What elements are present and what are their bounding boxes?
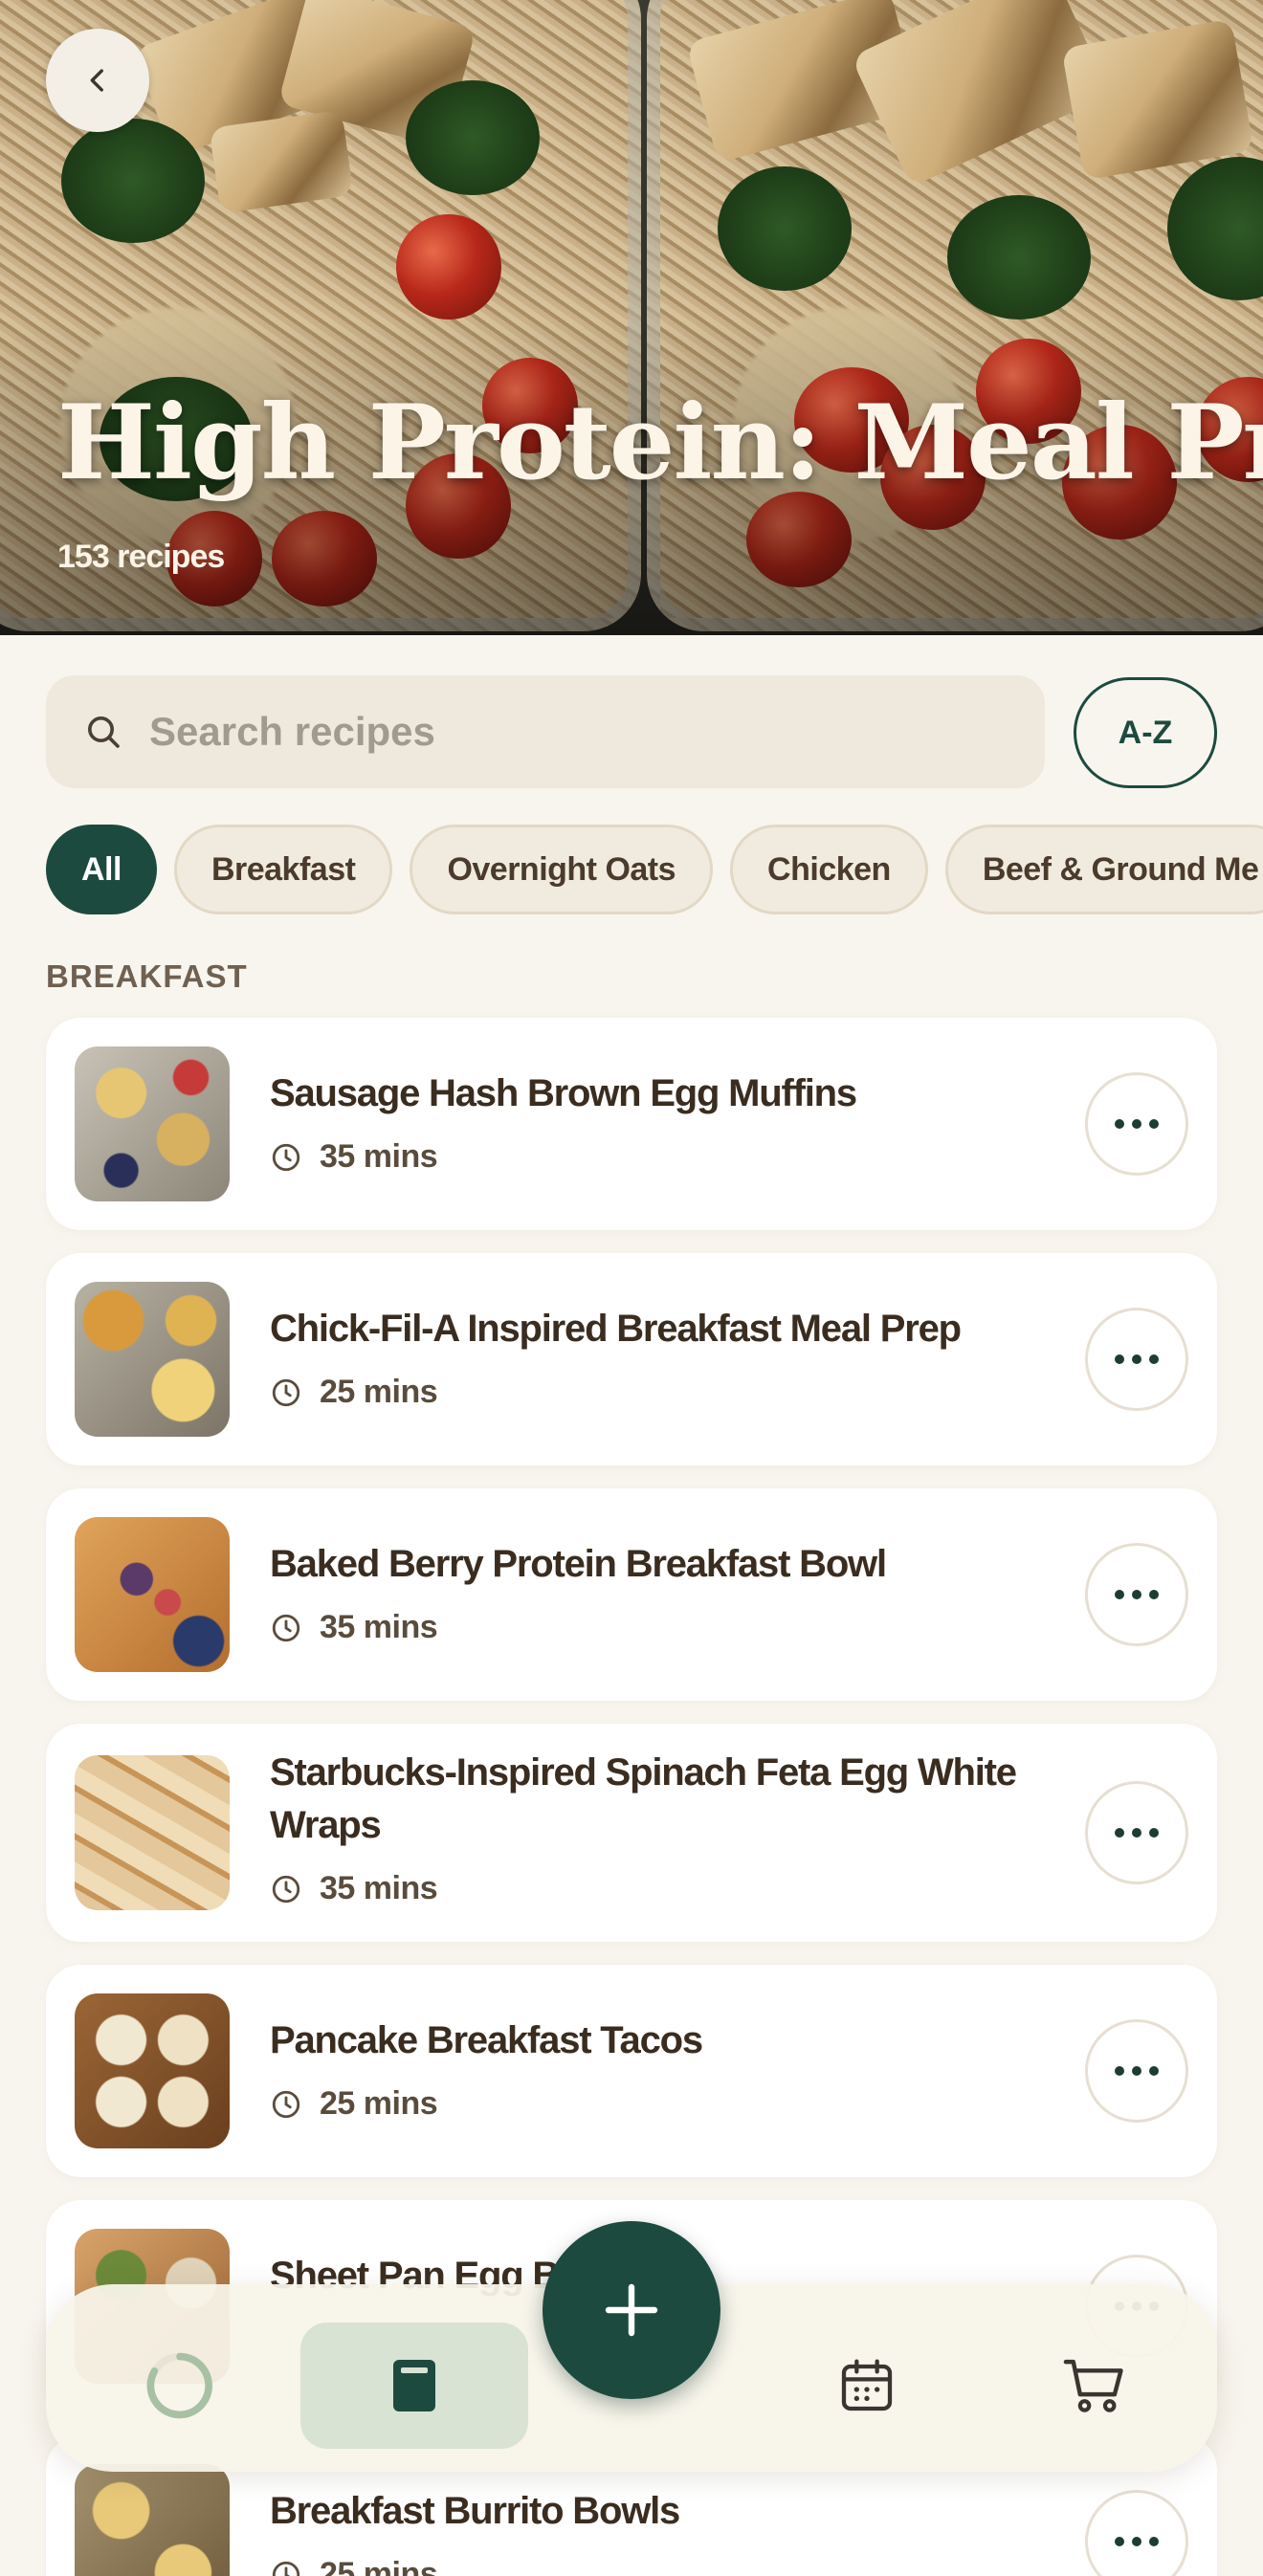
add-button[interactable]: [543, 2221, 720, 2399]
more-options-button[interactable]: [1085, 1308, 1188, 1411]
recipe-time-label: 25 mins: [320, 1374, 438, 1410]
recipe-thumbnail: [75, 1282, 230, 1437]
recipe-card[interactable]: Baked Berry Protein Breakfast Bowl 35 mi…: [46, 1488, 1217, 1701]
search-icon: [88, 716, 120, 748]
recipe-time: 25 mins: [270, 2085, 438, 2123]
clock-icon: [272, 2561, 300, 2576]
more-options-button[interactable]: [1085, 2490, 1188, 2576]
section-heading: BREAKFAST: [46, 958, 248, 994]
recipe-card[interactable]: Starbucks-Inspired Spinach Feta Egg Whit…: [46, 1724, 1217, 1942]
recipe-thumbnail: [75, 1993, 230, 2148]
clock-icon: [272, 1378, 300, 1406]
filter-chip-all[interactable]: All: [46, 825, 157, 914]
clock-icon: [272, 1614, 300, 1641]
recipe-book-icon: [393, 2360, 435, 2411]
recipe-title: Baked Berry Protein Breakfast Bowl: [270, 1543, 887, 1585]
recipe-card[interactable]: Chick-Fil-A Inspired Breakfast Meal Prep…: [46, 1253, 1217, 1465]
recipe-card[interactable]: Sausage Hash Brown Egg Muffins 35 mins: [46, 1018, 1217, 1230]
cart-icon: [1063, 2359, 1123, 2412]
recipe-title: Starbucks-Inspired Spinach Feta Egg Whit…: [270, 1751, 1017, 1846]
more-options-button[interactable]: [1085, 1781, 1188, 1884]
nav-item-loading[interactable]: [103, 2323, 256, 2449]
more-options-button[interactable]: [1085, 1072, 1188, 1176]
recipe-count: 153 recipes: [57, 539, 225, 575]
add-icon: [605, 2283, 658, 2337]
chevron-left-icon: [90, 69, 103, 92]
recipe-thumbnail: [75, 1046, 230, 1201]
recipe-card[interactable]: Pancake Breakfast Tacos 25 mins: [46, 1965, 1217, 2177]
recipe-title: Pancake Breakfast Tacos: [270, 2019, 703, 2061]
recipe-title: Breakfast Burrito Bowls: [270, 2490, 680, 2532]
more-options-button[interactable]: [1085, 1543, 1188, 1646]
recipe-thumbnail: [75, 1755, 230, 1910]
filter-chip-overnight-oats[interactable]: Overnight Oats: [410, 825, 714, 914]
recipe-time: 35 mins: [270, 1870, 438, 1907]
clock-icon: [272, 1875, 300, 1903]
filter-chip-chicken[interactable]: Chicken: [730, 825, 928, 914]
calendar-icon: [841, 2359, 893, 2411]
recipe-time-label: 25 mins: [320, 2085, 438, 2122]
more-icon: [1115, 1828, 1159, 1838]
back-button[interactable]: [46, 29, 149, 132]
hero-banner: High Protein: Meal Prep 153 recipes: [0, 0, 1263, 635]
recipe-thumbnail: [75, 1517, 230, 1672]
search-input[interactable]: [149, 709, 1010, 755]
recipe-title: Chick-Fil-A Inspired Breakfast Meal Prep: [270, 1308, 962, 1350]
recipe-time-label: 35 mins: [320, 1870, 438, 1906]
recipe-time: 25 mins: [270, 2556, 438, 2576]
recipe-time: 35 mins: [270, 1609, 438, 1646]
sort-az-button[interactable]: A-Z: [1074, 677, 1217, 788]
more-icon: [1115, 1354, 1159, 1364]
more-options-button[interactable]: [1085, 2019, 1188, 2123]
filter-chip-breakfast[interactable]: Breakfast: [173, 825, 393, 914]
filter-chips: All Breakfast Overnight Oats Chicken Bee…: [46, 825, 1263, 916]
nav-item-cart[interactable]: [1018, 2323, 1171, 2449]
clock-icon: [272, 2090, 300, 2118]
page-title: High Protein: Meal Prep: [57, 383, 1263, 503]
loading-spinner-icon: [146, 2352, 213, 2419]
filter-chip-beef-ground-meat[interactable]: Beef & Ground Me: [944, 825, 1263, 914]
more-icon: [1115, 2066, 1159, 2076]
search-bar[interactable]: [46, 675, 1045, 788]
more-icon: [1115, 1590, 1159, 1599]
recipe-time: 35 mins: [270, 1138, 438, 1176]
recipe-title: Sausage Hash Brown Egg Muffins: [270, 1072, 857, 1114]
more-icon: [1115, 2537, 1159, 2546]
recipe-time-label: 35 mins: [320, 1609, 438, 1645]
nav-item-calendar[interactable]: [790, 2323, 943, 2449]
recipe-time-label: 25 mins: [320, 2556, 438, 2576]
recipe-time: 25 mins: [270, 1374, 438, 1411]
recipe-thumbnail: [75, 2464, 230, 2576]
clock-icon: [272, 1143, 300, 1171]
nav-item-recipes[interactable]: [300, 2323, 528, 2449]
more-icon: [1115, 1119, 1159, 1129]
recipe-time-label: 35 mins: [320, 1138, 438, 1175]
